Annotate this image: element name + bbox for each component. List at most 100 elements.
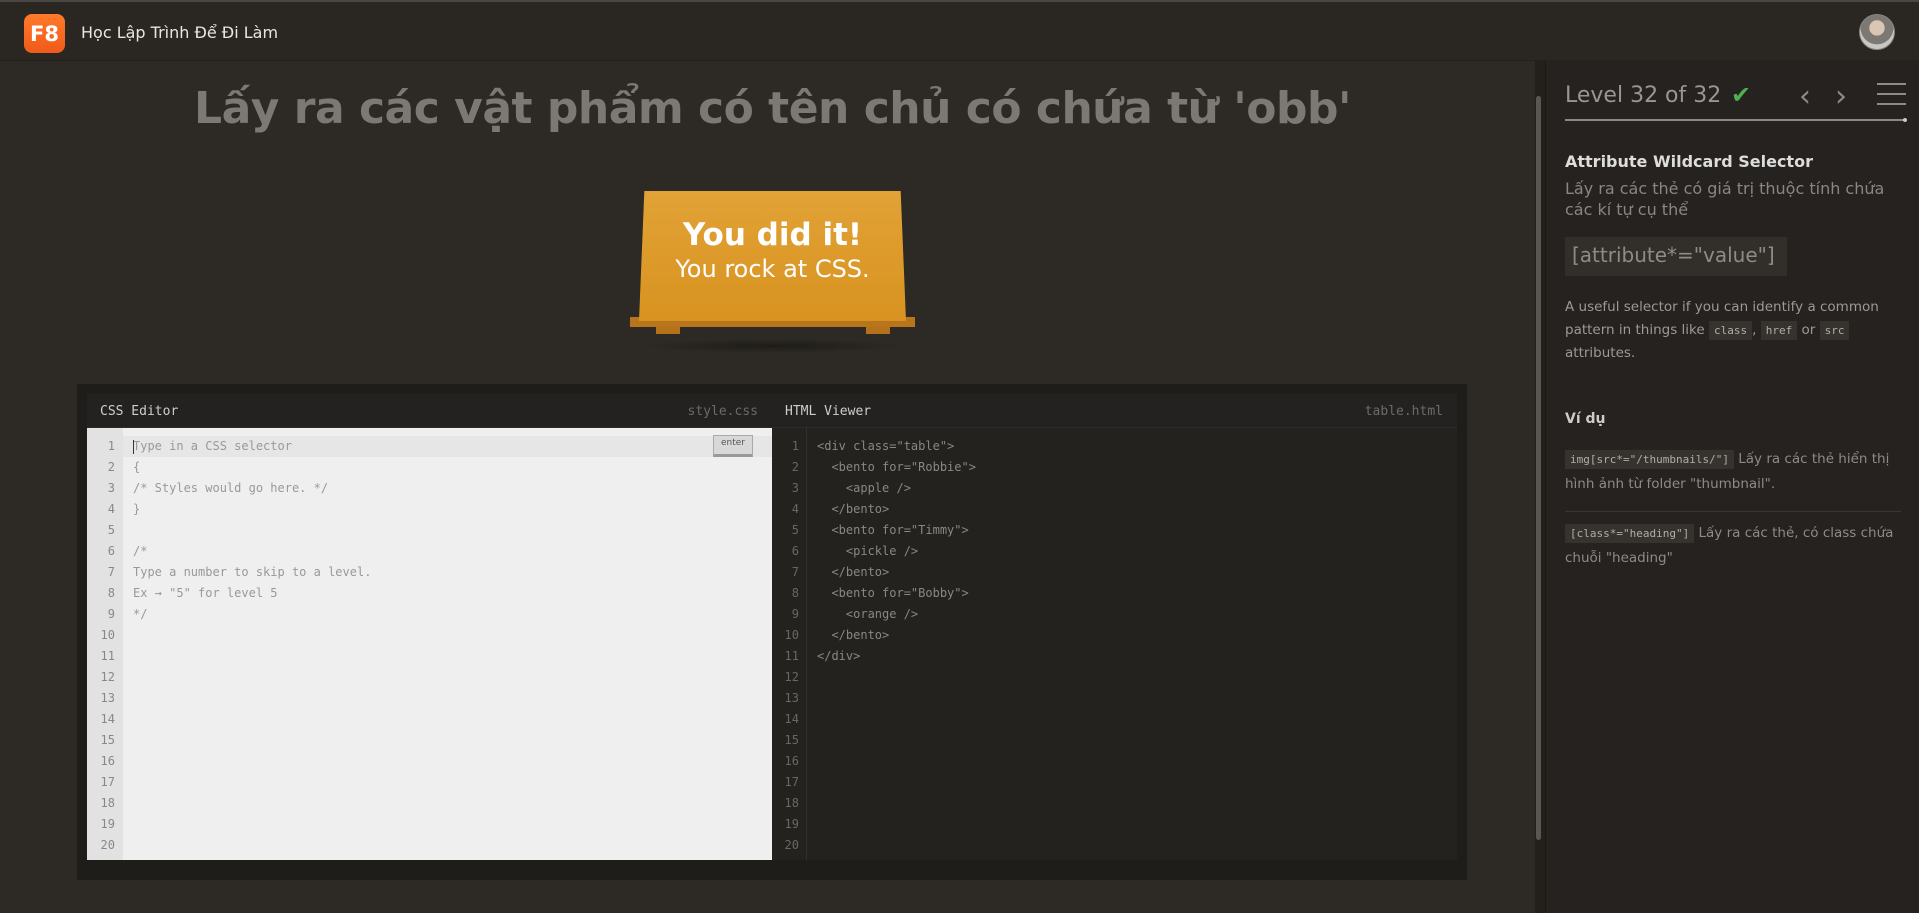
- html-code: <div class="table"> <bento for="Robbie">…: [817, 436, 976, 856]
- line-number: 9: [107, 607, 115, 621]
- next-level-icon[interactable]: ›: [1835, 79, 1847, 114]
- table-shadow: [640, 339, 905, 353]
- line-number: 19: [784, 817, 799, 831]
- selector-description: Lấy ra các thẻ có giá trị thuộc tính chứ…: [1565, 179, 1885, 219]
- html-viewer-filename: table.html: [1364, 404, 1443, 419]
- line-number: 11: [100, 649, 115, 663]
- line-number: 6: [107, 544, 115, 558]
- line-number: 4: [107, 502, 115, 516]
- f8-logo[interactable]: F8: [24, 14, 65, 53]
- hint-text: attributes.: [1565, 345, 1636, 361]
- line-number: 5: [791, 523, 799, 537]
- css-code[interactable]: Type in a CSS selector {/* Styles would g…: [133, 436, 371, 856]
- line-number: 15: [100, 733, 115, 747]
- code-line: {: [133, 460, 141, 474]
- line-number: 10: [100, 628, 115, 642]
- html-viewer-header: HTML Viewer table.html: [772, 394, 1457, 428]
- code-line: <div class="table">: [817, 439, 955, 453]
- line-number: 8: [791, 586, 799, 600]
- css-line-numbers: 1 2 3 4 5 6 7 8 9 10 11 12 13 14 15 16 17 18 19 20: [87, 428, 123, 860]
- line-number: 10: [784, 628, 799, 642]
- line-number: 2: [791, 460, 799, 474]
- line-number: 12: [784, 670, 799, 684]
- line-number: 6: [791, 544, 799, 558]
- selector-name: Attribute Wildcard Selector: [1565, 152, 1813, 171]
- line-number: 4: [791, 502, 799, 516]
- code-chip: href: [1760, 321, 1798, 340]
- line-number: 14: [784, 712, 799, 726]
- code-line: </bento>: [817, 502, 890, 516]
- css-editor-header: CSS Editor style.css: [87, 394, 772, 428]
- line-number: 14: [100, 712, 115, 726]
- level-sidebar: Level 32 of 32 ✔ ‹ › Attribute Wildcard …: [1545, 61, 1919, 913]
- examples-heading: Ví dụ: [1565, 411, 1606, 427]
- menu-icon-bar: [1877, 103, 1906, 105]
- editor-frame: CSS Editor style.css HTML Viewer table.h…: [77, 384, 1467, 880]
- code-chip: src: [1819, 321, 1850, 340]
- code-line: </div>: [817, 649, 861, 663]
- line-number: 13: [100, 691, 115, 705]
- line-number: 20: [784, 838, 799, 852]
- level-instruction: Lấy ra các vật phẩm có tên chủ có chứa t…: [194, 83, 1351, 134]
- check-icon: ✔: [1731, 81, 1752, 109]
- brand-title[interactable]: Học Lập Trình Để Đi Làm: [81, 23, 278, 42]
- example-item: img[src*="/thumbnails/"] Lấy ra các thẻ …: [1565, 447, 1901, 497]
- example-divider: [1565, 511, 1901, 512]
- code-chip: class: [1708, 321, 1753, 340]
- code-line: /*: [133, 544, 148, 558]
- hint-text: or: [1797, 322, 1820, 338]
- menu-icon-bar: [1877, 93, 1906, 95]
- line-number: 13: [784, 691, 799, 705]
- line-number: 20: [100, 838, 115, 852]
- line-number: 18: [784, 796, 799, 810]
- scrollbar-thumb[interactable]: [1536, 96, 1541, 840]
- line-number: 17: [784, 775, 799, 789]
- code-line: Type in a CSS selector: [133, 439, 292, 453]
- game-table: You did it! You rock at CSS.: [630, 191, 915, 353]
- code-line: </bento>: [817, 628, 890, 642]
- css-editor[interactable]: 1 2 3 4 5 6 7 8 9 10 11 12 13 14 15 16 17 18 19 20 Type in …: [87, 428, 772, 860]
- html-line-numbers: 1 2 3 4 5 6 7 8 9 10 11 12 13 14 15 16 17 18 19 20: [772, 428, 807, 860]
- html-viewer: 1 2 3 4 5 6 7 8 9 10 11 12 13 14 15 16 17 18 19 20 <div cla…: [772, 428, 1457, 860]
- menu-icon-bar: [1877, 83, 1906, 85]
- hint-text: ,: [1752, 322, 1761, 338]
- example-code: img[src*="/thumbnails/"]: [1565, 450, 1734, 469]
- code-line: <apple />: [817, 481, 911, 495]
- css-editor-filename: style.css: [687, 404, 758, 419]
- level-progress-marker: [1903, 118, 1907, 122]
- line-number: 8: [107, 586, 115, 600]
- level-indicator: Level 32 of 32: [1565, 83, 1722, 108]
- text-caret: [133, 440, 134, 454]
- previous-level-icon[interactable]: ‹: [1799, 79, 1811, 114]
- line-number: 1: [107, 439, 115, 453]
- line-number: 7: [107, 565, 115, 579]
- menu-icon[interactable]: [1877, 83, 1906, 105]
- level-progress-bar: [1565, 119, 1906, 121]
- win-message-title: You did it!: [682, 217, 863, 253]
- code-line: <bento for="Robbie">: [817, 460, 976, 474]
- win-message-subtitle: You rock at CSS.: [675, 255, 870, 283]
- line-number: 16: [784, 754, 799, 768]
- example-item: [class*="heading"] Lấy ra các thẻ, có cl…: [1565, 521, 1901, 571]
- enter-button[interactable]: enter: [713, 435, 753, 457]
- code-line: <pickle />: [817, 544, 919, 558]
- selector-syntax: [attribute*="value"]: [1565, 237, 1787, 276]
- user-avatar[interactable]: [1859, 14, 1895, 50]
